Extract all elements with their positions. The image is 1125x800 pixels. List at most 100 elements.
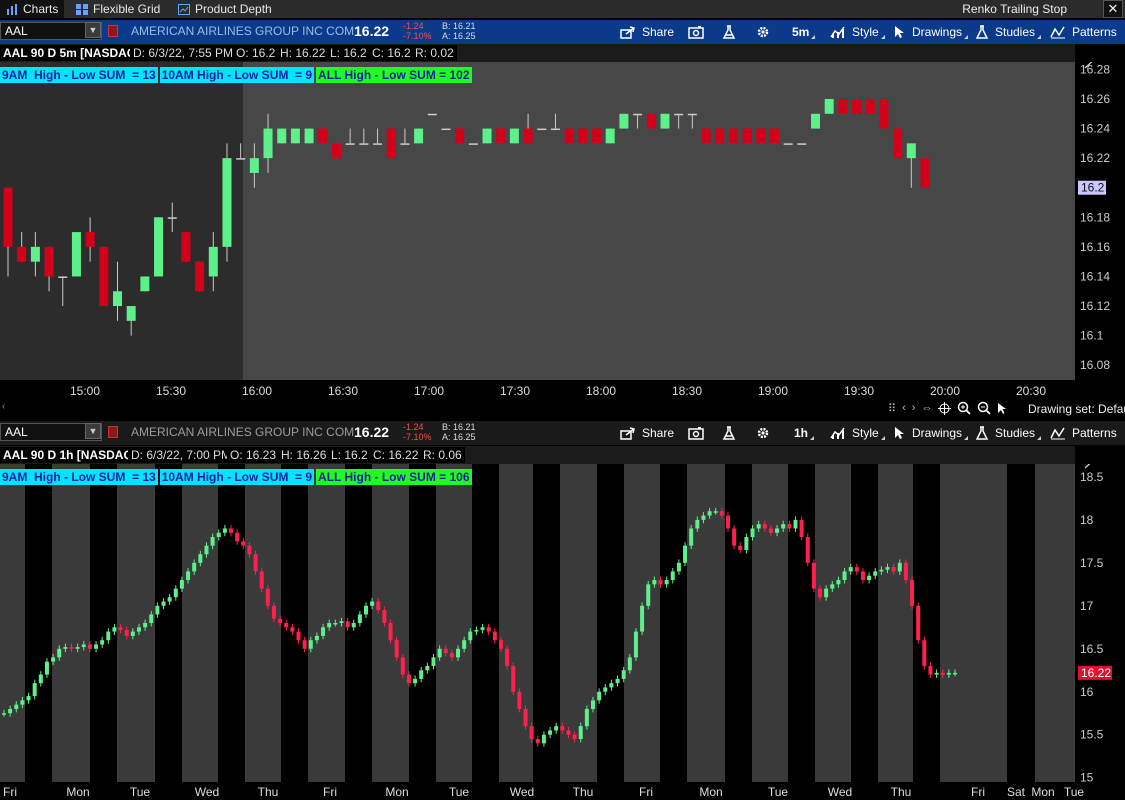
timeframe-select[interactable]: 1h [794, 421, 815, 445]
candle-body [14, 704, 19, 709]
cursor-icon [895, 427, 904, 439]
time-tick-label: Mon [385, 785, 408, 799]
drawings-button[interactable]: Drawings [894, 421, 969, 445]
time-tick-label: 16:00 [242, 384, 272, 398]
zoom-out-icon[interactable] [977, 401, 992, 415]
studies-button[interactable]: Studies [975, 20, 1042, 44]
candle-body [431, 657, 436, 666]
lower-price-chart[interactable]: 18.5 18 17.5 17 16.5 16 15.5 15 16.22 Fri Mon Tue We… [0, 464, 1125, 800]
candle-body [498, 640, 503, 649]
candle-body [290, 627, 295, 632]
upper-info-line: AAL 90 D 5m [NASDAQ] D: 6/3/22, 7:55 PM … [0, 44, 1075, 62]
candle-body [797, 143, 807, 145]
candle-body [57, 648, 62, 658]
candle-body [646, 584, 651, 606]
candle-body [263, 128, 273, 159]
candle-body [112, 627, 117, 632]
scroll-back-icon[interactable]: ‹ [902, 402, 906, 414]
pointer-icon[interactable] [997, 402, 1008, 415]
sum-10am-label: 10AM High - Low SUM = 9 [159, 469, 315, 485]
candle-body [468, 143, 478, 145]
premarket-region [0, 62, 243, 380]
candle-body [462, 640, 467, 649]
timeframe-select[interactable]: 5m [792, 20, 816, 44]
candle-body [615, 678, 620, 684]
candle-body [195, 261, 205, 292]
zoom-in-icon[interactable] [957, 401, 972, 415]
symbol-dropdown-icon[interactable]: ▼ [85, 423, 101, 439]
time-tick-label: Thu [573, 785, 594, 799]
candle-body [750, 528, 755, 538]
candle-body [592, 128, 602, 144]
upper-sum-labels: 9AM High - Low SUM = 13 10AM High - Low … [0, 67, 472, 83]
candle-body [486, 627, 491, 632]
scroll-left-icon[interactable]: ‹ [2, 401, 5, 412]
candle-body [482, 128, 492, 144]
symbol-dropdown-icon[interactable]: ▼ [85, 22, 101, 38]
screenshot-button[interactable] [688, 421, 704, 445]
candle-body [910, 580, 915, 606]
settings-button[interactable] [756, 421, 770, 445]
bar-date: D: 6/3/22, 7:00 PM [128, 447, 235, 463]
after-hours-band [472, 464, 499, 782]
candle-body [118, 627, 123, 630]
share-label: Share [642, 25, 675, 39]
price-tick-label: 17.5 [1080, 556, 1104, 570]
candle-body [852, 98, 862, 114]
candle-body [394, 640, 399, 658]
crosshair-icon[interactable] [938, 401, 952, 415]
style-button[interactable]: Style [830, 421, 885, 445]
candle-body [695, 519, 700, 529]
time-tick-label: Fri [3, 785, 17, 799]
last-price-marker-label: 16.2 [1081, 181, 1105, 195]
candle-body [208, 246, 218, 277]
drawing-set-label[interactable]: Drawing set: Default [1028, 402, 1125, 416]
price-tick-label: 16.14 [1080, 269, 1110, 283]
upper-price-chart[interactable]: 16.28 16.26 16.24 16.22 16.2 16.18 16.16 16.14 1… [0, 62, 1125, 418]
tab-flexible-grid[interactable]: Flexible Grid [76, 0, 160, 18]
studies-button[interactable]: Studies [975, 421, 1042, 445]
lab-button[interactable] [722, 421, 736, 445]
pan-icon[interactable]: ⇔ [921, 402, 932, 414]
patterns-label: Patterns [1072, 25, 1117, 39]
price-tick-label: 16.08 [1080, 358, 1110, 372]
time-tick-label: 16:30 [328, 384, 358, 398]
settings-button[interactable] [756, 20, 770, 44]
candle-body [167, 217, 177, 219]
time-tick-label: Tue [768, 785, 789, 799]
lab-button[interactable] [722, 20, 736, 44]
tab-charts[interactable]: Charts [0, 0, 65, 18]
sum-10am-label: 10AM High - Low SUM = 9 [159, 67, 315, 83]
close-icon[interactable]: ✕ [1103, 0, 1123, 18]
price-tick-label: 16.12 [1080, 299, 1110, 313]
share-button[interactable]: Share [620, 20, 674, 44]
lower-sum-labels: 9AM High - Low SUM = 13 10AM High - Low … [0, 469, 472, 485]
tab-product-depth[interactable]: Product Depth [178, 0, 272, 18]
pct-change: -7.10% [403, 31, 432, 41]
patterns-button[interactable]: Patterns [1050, 421, 1117, 445]
patterns-button[interactable]: Patterns [1050, 20, 1117, 44]
screenshot-button[interactable] [688, 20, 704, 44]
candle-body [222, 158, 232, 247]
candle-body [517, 691, 522, 709]
share-button[interactable]: Share [620, 421, 674, 445]
drawings-button[interactable]: Drawings [894, 20, 969, 44]
candle-body [633, 631, 638, 658]
drag-handle-icon[interactable]: ⠿ [888, 402, 896, 415]
after-hours-band [851, 464, 878, 782]
candle-body [44, 661, 49, 675]
candle-body [173, 588, 178, 598]
candle-body [867, 575, 872, 581]
lower-info-line: AAL 90 D 1h [NASDAQ] D: 6/3/22, 7:00 PM … [0, 446, 1075, 464]
candle-body [414, 128, 424, 144]
candle-body [799, 519, 804, 538]
candle-body [51, 657, 56, 662]
style-button[interactable]: Style [830, 20, 885, 44]
patterns-icon [1050, 26, 1065, 39]
time-tick-label: 18:00 [586, 384, 616, 398]
candle-body [388, 623, 393, 641]
scroll-forward-icon[interactable]: › [912, 402, 916, 414]
dropdown-corner-icon [964, 35, 969, 39]
study-label-renko: Renko Trailing Stop [962, 2, 1067, 16]
sum-all-label: ALL High - Low SUM = 102 [316, 67, 472, 83]
